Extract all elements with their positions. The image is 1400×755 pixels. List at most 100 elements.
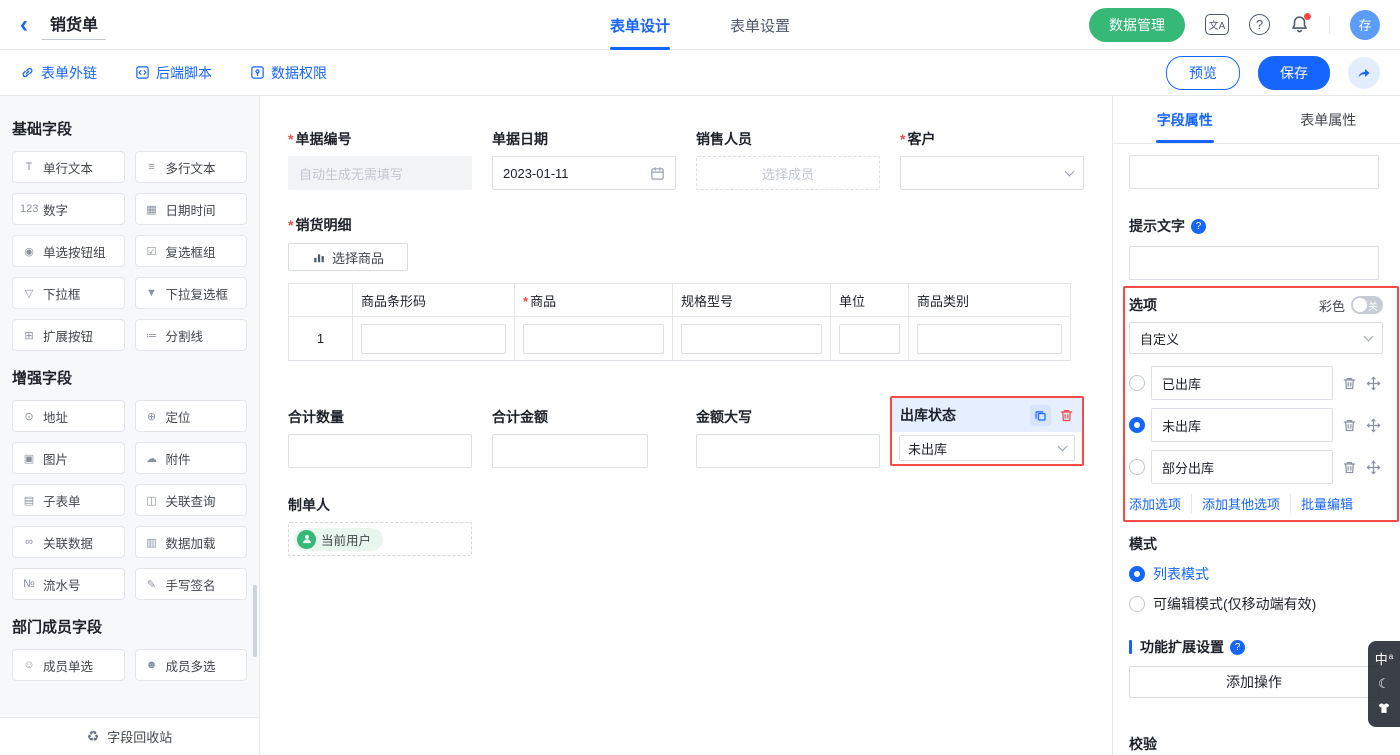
cell-category-input[interactable] [917, 324, 1062, 354]
field-datetime[interactable]: ▦日期时间 [135, 193, 248, 225]
dark-mode-icon[interactable]: ☾ [1378, 677, 1390, 690]
field-extend-button[interactable]: ⊞扩展按钮 [12, 319, 125, 351]
total-qty-input[interactable] [288, 434, 472, 468]
field-serial-number[interactable]: №流水号 [12, 568, 125, 600]
field-order-no[interactable]: *单据编号 自动生成无需填写 [288, 130, 472, 190]
back-icon[interactable]: ‹ [20, 13, 28, 37]
customer-select[interactable] [900, 156, 1084, 190]
option-radio-1[interactable] [1129, 375, 1145, 391]
field-creator[interactable]: 制单人 当前用户 [288, 496, 472, 556]
salesperson-picker[interactable]: 选择成员 [696, 156, 880, 190]
cell-barcode-input[interactable] [361, 324, 506, 354]
copy-field-button[interactable] [1030, 405, 1051, 426]
delete-option-button[interactable] [1342, 376, 1357, 391]
form-external-link[interactable]: 表单外链 [20, 63, 97, 83]
cell-product-input[interactable] [523, 324, 664, 354]
mode-list-radio[interactable] [1129, 566, 1145, 582]
pick-product-button[interactable]: 选择商品 [288, 243, 408, 271]
drag-option-handle[interactable] [1366, 376, 1381, 391]
creator-box[interactable]: 当前用户 [288, 522, 472, 556]
share-button[interactable] [1348, 57, 1380, 89]
field-location[interactable]: ⊕定位 [135, 400, 248, 432]
field-divider[interactable]: ≔分割线 [135, 319, 248, 351]
tab-form-design[interactable]: 表单设计 [610, 0, 670, 50]
color-toggle[interactable]: 关 [1351, 296, 1383, 314]
add-other-option-link[interactable]: 添加其他选项 [1191, 494, 1290, 513]
field-single-line-text[interactable]: T单行文本 [12, 151, 125, 183]
sidebar-scrollbar[interactable] [253, 585, 257, 657]
drag-option-handle[interactable] [1366, 460, 1381, 475]
field-amount-words[interactable]: 金额大写 [696, 408, 880, 468]
field-stock-status-selected[interactable]: 出库状态 未出库 [890, 396, 1084, 466]
amount-words-input[interactable] [696, 434, 880, 468]
stock-status-select[interactable]: 未出库 [899, 435, 1075, 461]
field-multi-select[interactable]: ▼下拉复选框 [135, 277, 248, 309]
field-checkbox-group[interactable]: ☑复选框组 [135, 235, 248, 267]
data-permission-link[interactable]: 数据权限 [250, 63, 327, 83]
field-recycle-bin[interactable]: ♻ 字段回收站 [0, 717, 259, 755]
field-title-input[interactable] [1129, 155, 1379, 189]
option-input-2[interactable] [1151, 408, 1333, 442]
cell-unit-input[interactable] [839, 324, 900, 354]
help-circle-icon[interactable]: ? [1191, 219, 1206, 234]
tab-field-properties[interactable]: 字段属性 [1113, 96, 1257, 143]
tab-form-settings[interactable]: 表单设置 [730, 0, 790, 50]
preview-button[interactable]: 预览 [1166, 56, 1240, 90]
field-order-date[interactable]: 单据日期 2023-01-11 [492, 130, 676, 190]
field-address[interactable]: ⊙地址 [12, 400, 125, 432]
add-option-link[interactable]: 添加选项 [1129, 494, 1191, 513]
delete-field-button[interactable] [1059, 408, 1074, 423]
sales-detail-label: 销货明细 [295, 215, 351, 235]
add-action-button[interactable]: 添加操作 [1129, 666, 1379, 698]
theme-skin-icon[interactable] [1377, 702, 1391, 715]
option-radio-2[interactable] [1129, 417, 1145, 433]
language-icon[interactable]: 文A [1205, 14, 1229, 35]
field-customer[interactable]: *客户 [900, 130, 1084, 190]
delete-option-button[interactable] [1342, 418, 1357, 433]
field-number[interactable]: 123数字 [12, 193, 125, 225]
field-radio-group[interactable]: ◉单选按钮组 [12, 235, 125, 267]
field-linked-query[interactable]: ◫关联查询 [135, 484, 248, 516]
field-attachment[interactable]: ☁附件 [135, 442, 248, 474]
field-member-multi[interactable]: ☻成员多选 [135, 649, 248, 681]
order-no-input[interactable]: 自动生成无需填写 [288, 156, 472, 190]
field-sales-detail[interactable]: *销货明细 选择商品 [288, 216, 408, 271]
option-type-select[interactable]: 自定义 [1129, 322, 1383, 354]
validation-title: 校验 [1129, 735, 1157, 753]
field-multi-line-text[interactable]: ≡多行文本 [135, 151, 248, 183]
field-member-single[interactable]: ☺成员单选 [12, 649, 125, 681]
help-icon[interactable]: ? [1249, 14, 1270, 35]
backend-script-link[interactable]: 后端脚本 [135, 63, 212, 83]
tab-form-properties[interactable]: 表单属性 [1257, 96, 1400, 143]
field-data-load[interactable]: ▥数据加载 [135, 526, 248, 558]
cell-spec-input[interactable] [681, 324, 822, 354]
hint-text-input[interactable] [1129, 246, 1379, 280]
field-select[interactable]: ▽下拉框 [12, 277, 125, 309]
data-manage-button[interactable]: 数据管理 [1089, 8, 1185, 42]
field-image[interactable]: ▣图片 [12, 442, 125, 474]
avatar[interactable]: 存 [1350, 10, 1380, 40]
drag-option-handle[interactable] [1366, 418, 1381, 433]
field-signature[interactable]: ✎手写签名 [135, 568, 248, 600]
field-total-qty[interactable]: 合计数量 [288, 408, 472, 468]
mode-editable[interactable]: 可编辑模式(仅移动端有效) [1129, 594, 1316, 614]
form-title[interactable]: 销货单 [42, 9, 106, 40]
delete-option-button[interactable] [1342, 460, 1357, 475]
form-external-label: 表单外链 [41, 63, 97, 83]
order-date-input[interactable]: 2023-01-11 [492, 156, 676, 190]
field-subform[interactable]: ▤子表单 [12, 484, 125, 516]
option-input-1[interactable] [1151, 366, 1333, 400]
field-linked-data[interactable]: ∞关联数据 [12, 526, 125, 558]
batch-edit-link[interactable]: 批量编辑 [1290, 494, 1363, 513]
field-total-amount[interactable]: 合计金额 [492, 408, 648, 468]
option-radio-3[interactable] [1129, 459, 1145, 475]
total-amount-input[interactable] [492, 434, 648, 468]
mode-editable-radio[interactable] [1129, 596, 1145, 612]
help-circle-icon[interactable]: ? [1230, 640, 1245, 655]
option-input-3[interactable] [1151, 450, 1333, 484]
save-button[interactable]: 保存 [1258, 56, 1330, 90]
language-toggle[interactable]: 中a [1375, 653, 1393, 666]
field-salesperson[interactable]: 销售人员 选择成员 [696, 130, 880, 190]
notification-bell-icon[interactable] [1290, 15, 1309, 34]
mode-list[interactable]: 列表模式 [1129, 564, 1209, 584]
